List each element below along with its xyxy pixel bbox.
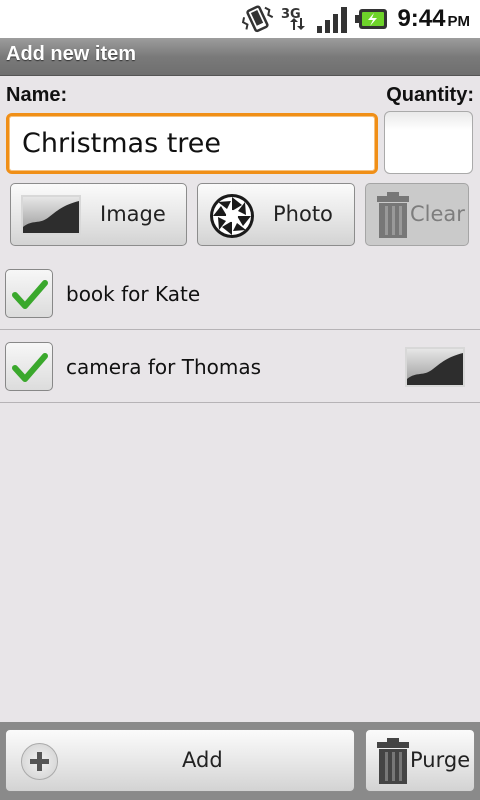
status-bar: 3G 9:44 PM — [0, 0, 480, 38]
trash-icon — [377, 192, 409, 238]
quantity-input[interactable] — [384, 111, 473, 174]
item-checkbox[interactable] — [5, 269, 53, 318]
add-button-label: Add — [182, 748, 223, 772]
trash-icon — [377, 738, 409, 784]
clear-button-label: Clear — [410, 202, 465, 226]
add-button[interactable]: Add — [5, 729, 355, 792]
photo-button-label: Photo — [273, 202, 333, 226]
item-checkbox[interactable] — [5, 342, 53, 391]
checkmark-icon — [12, 353, 48, 382]
name-label: Name: — [6, 84, 68, 106]
clock: 9:44 PM — [397, 5, 470, 32]
name-input[interactable]: Christmas tree — [6, 113, 378, 174]
image-thumbnail-icon — [407, 349, 463, 385]
3g-data-icon: 3G — [281, 7, 305, 30]
purge-button[interactable]: Purge — [365, 729, 475, 792]
photo-button[interactable]: Photo — [197, 183, 355, 246]
purge-button-label: Purge — [410, 748, 471, 772]
camera-aperture-icon — [210, 194, 254, 238]
image-button-label: Image — [100, 202, 166, 226]
image-icon — [21, 195, 81, 235]
checkmark-icon — [12, 280, 48, 309]
clear-button[interactable]: Clear — [365, 183, 469, 246]
svg-text:3G: 3G — [281, 7, 301, 22]
item-image-thumbnail[interactable] — [405, 347, 465, 387]
item-label: book for Kate — [66, 282, 201, 306]
list-item[interactable]: book for Kate — [0, 258, 480, 330]
vibrate-icon — [241, 5, 274, 33]
page-title: Add new item — [6, 43, 137, 65]
plus-icon — [21, 743, 58, 780]
image-button[interactable]: Image — [10, 183, 187, 246]
signal-icon — [317, 7, 347, 33]
title-bar: Add new item — [0, 38, 480, 76]
battery-charging-icon — [355, 9, 387, 29]
list-item[interactable]: camera for Thomas — [0, 331, 480, 403]
item-label: camera for Thomas — [66, 355, 262, 379]
name-input-value: Christmas tree — [22, 128, 222, 159]
quantity-label: Quantity: — [386, 84, 474, 106]
